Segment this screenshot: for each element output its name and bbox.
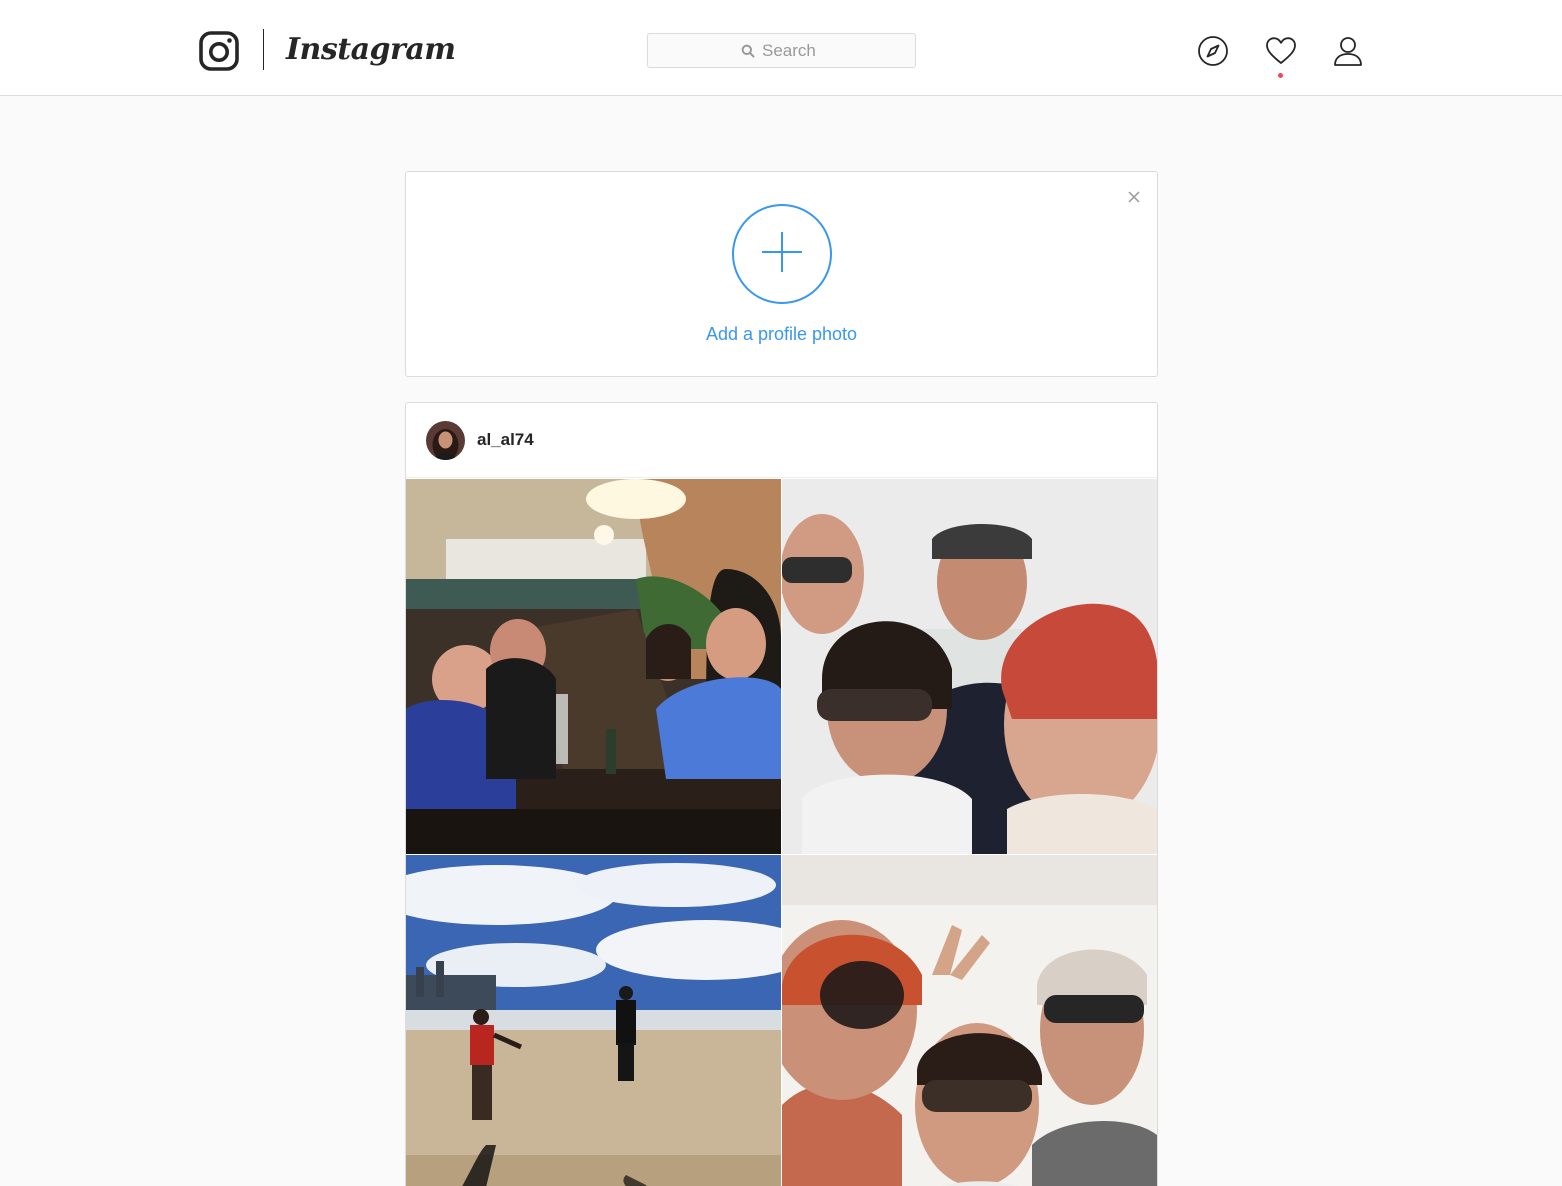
notification-dot <box>1278 73 1283 78</box>
post-header: al_al74 <box>406 403 1157 478</box>
avatar[interactable] <box>426 421 465 460</box>
search-icon <box>741 44 755 58</box>
logo-divider <box>263 29 264 70</box>
post-photo[interactable] <box>782 479 1157 854</box>
search-input[interactable] <box>762 40 822 61</box>
compass-icon[interactable] <box>1196 34 1230 68</box>
plus-icon <box>760 230 804 279</box>
search-box[interactable] <box>647 33 916 68</box>
add-photo-button[interactable] <box>732 204 832 304</box>
post-username[interactable]: al_al74 <box>477 430 534 450</box>
person-icon[interactable] <box>1331 34 1365 68</box>
top-nav: Instagram <box>0 0 1562 96</box>
add-profile-photo-link[interactable]: Add a profile photo <box>406 324 1157 345</box>
post-photo[interactable] <box>406 479 781 854</box>
close-icon[interactable] <box>1125 188 1143 206</box>
instagram-camera-icon[interactable] <box>199 31 239 71</box>
feed-post: al_al74 <box>405 402 1158 1186</box>
instagram-wordmark[interactable]: Instagram <box>286 27 456 73</box>
heart-icon[interactable] <box>1264 34 1298 68</box>
post-photo[interactable] <box>406 855 781 1186</box>
add-profile-photo-card: Add a profile photo <box>405 171 1158 377</box>
post-photo[interactable] <box>782 855 1157 1186</box>
